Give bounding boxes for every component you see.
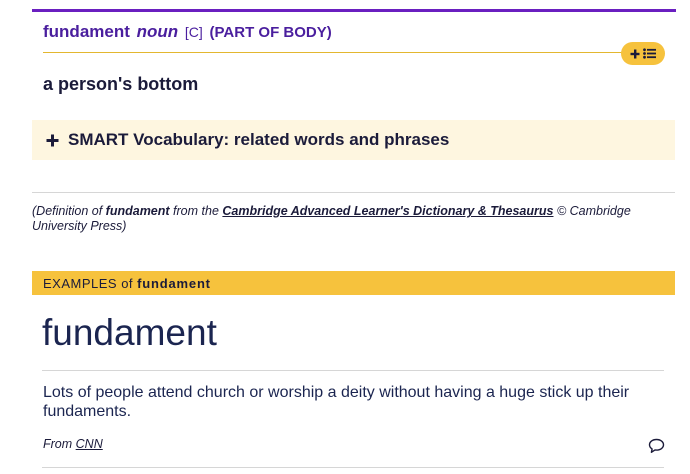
definition-text: a person's bottom <box>43 74 199 94</box>
smart-vocabulary-label: SMART Vocabulary: related words and phra… <box>68 130 450 149</box>
part-of-speech: noun <box>136 22 179 41</box>
examples-header: EXAMPLES of fundament <box>32 271 675 295</box>
dictionary-entry-page: fundament noun [C] (PART OF BODY) a pers… <box>0 0 690 474</box>
examples-title: fundament <box>42 312 217 353</box>
header-divider <box>43 52 625 53</box>
from-label: From <box>43 437 73 451</box>
entry-header: fundament noun [C] (PART OF BODY) <box>43 22 332 42</box>
source-middle: from the <box>173 204 219 218</box>
grammar-code: [C] <box>184 24 203 40</box>
plus-icon <box>46 134 59 147</box>
source-prefix: (Definition of <box>32 204 103 218</box>
dictionary-link[interactable]: Cambridge Advanced Learner's Dictionary … <box>222 204 553 218</box>
definition-source: (Definition of fundament from the Cambri… <box>32 204 672 234</box>
source-word: fundament <box>105 204 170 218</box>
headword: fundament <box>43 22 130 41</box>
example-source-link[interactable]: CNN <box>76 437 103 451</box>
speech-bubble-icon[interactable] <box>648 438 665 459</box>
examples-word: fundament <box>137 275 211 291</box>
add-to-word-list-button[interactable] <box>621 42 665 65</box>
examples-label-text: EXAMPLES of <box>43 275 134 291</box>
list-icon <box>643 48 656 59</box>
example-sentence: Lots of people attend church or worship … <box>43 384 630 420</box>
guideword: (PART OF BODY) <box>209 24 332 41</box>
examples-label: EXAMPLES of fundament <box>43 276 211 291</box>
smart-vocabulary-toggle[interactable]: SMART Vocabulary: related words and phra… <box>32 120 675 160</box>
entry-top-rule <box>32 9 676 12</box>
example-source: From CNN <box>43 437 103 451</box>
examples-divider <box>42 370 664 371</box>
section-divider <box>32 192 675 193</box>
plus-icon <box>630 49 640 59</box>
example-bottom-divider <box>42 467 664 468</box>
